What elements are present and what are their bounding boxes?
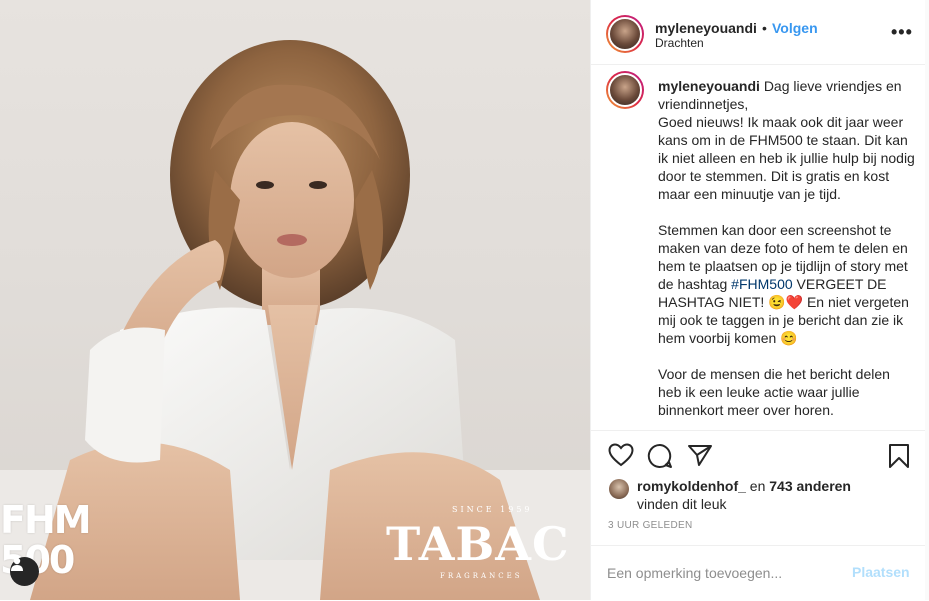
liker-avatar[interactable] (609, 479, 629, 499)
tabac-subtitle: FRAGRANCES (440, 572, 523, 580)
caption-avatar[interactable] (606, 71, 644, 109)
caption-body-1: Dag lieve vriendjes en vriendinnetjes, G… (658, 78, 915, 292)
likes-others-link[interactable]: 743 anderen (769, 478, 851, 494)
person-icon (11, 557, 23, 571)
panel-edge (925, 0, 929, 600)
tabac-name: TABAC (386, 517, 570, 571)
caption-text: myleneyouandi Dag lieve vriendjes en vri… (658, 77, 916, 419)
bookmark-icon[interactable] (888, 443, 910, 474)
caption-username[interactable]: myleneyouandi (658, 78, 760, 94)
follow-button[interactable]: Volgen (772, 20, 818, 36)
fhm-logo-line1: FHM (0, 498, 92, 542)
comment-input[interactable] (607, 562, 837, 584)
caption-area: myleneyouandi Dag lieve vriendjes en vri… (591, 65, 926, 430)
comment-icon[interactable] (647, 443, 673, 474)
tagged-users-button[interactable] (10, 557, 39, 586)
post-location[interactable]: Drachten (655, 36, 704, 50)
likes-suffix: vinden dit leuk (637, 496, 727, 512)
more-options-icon[interactable]: ••• (891, 22, 913, 43)
likes-summary: romykoldenhof_ en 743 anderen (637, 478, 851, 494)
heart-icon[interactable] (608, 443, 634, 472)
header-separator: • (762, 20, 767, 36)
post-timestamp[interactable]: 3 UUR GELEDEN (608, 520, 692, 531)
post-sidebar: myleneyouandi • Volgen Drachten ••• myle… (590, 0, 926, 600)
caption-body-2: VERGEET DE HASHTAG NIET! 😉❤️ En niet ver… (658, 276, 909, 418)
post-comment-button[interactable]: Plaatsen (852, 564, 910, 580)
post-header: myleneyouandi • Volgen Drachten ••• (591, 0, 926, 65)
liker-username[interactable]: romykoldenhof_ (637, 478, 746, 494)
tabac-since: SINCE 1959 (452, 505, 533, 514)
author-username[interactable]: myleneyouandi (655, 20, 757, 36)
post-actions: romykoldenhof_ en 743 anderen vinden dit… (591, 430, 926, 546)
likes-connector: en (745, 478, 770, 494)
share-icon[interactable] (687, 443, 713, 472)
post-photo[interactable]: FHM 500 SINCE 1959 TABAC FRAGRANCES (0, 0, 590, 600)
comment-form: Plaatsen (591, 545, 926, 601)
author-avatar[interactable] (606, 15, 644, 53)
caption-hashtag[interactable]: #FHM500 (731, 276, 792, 292)
